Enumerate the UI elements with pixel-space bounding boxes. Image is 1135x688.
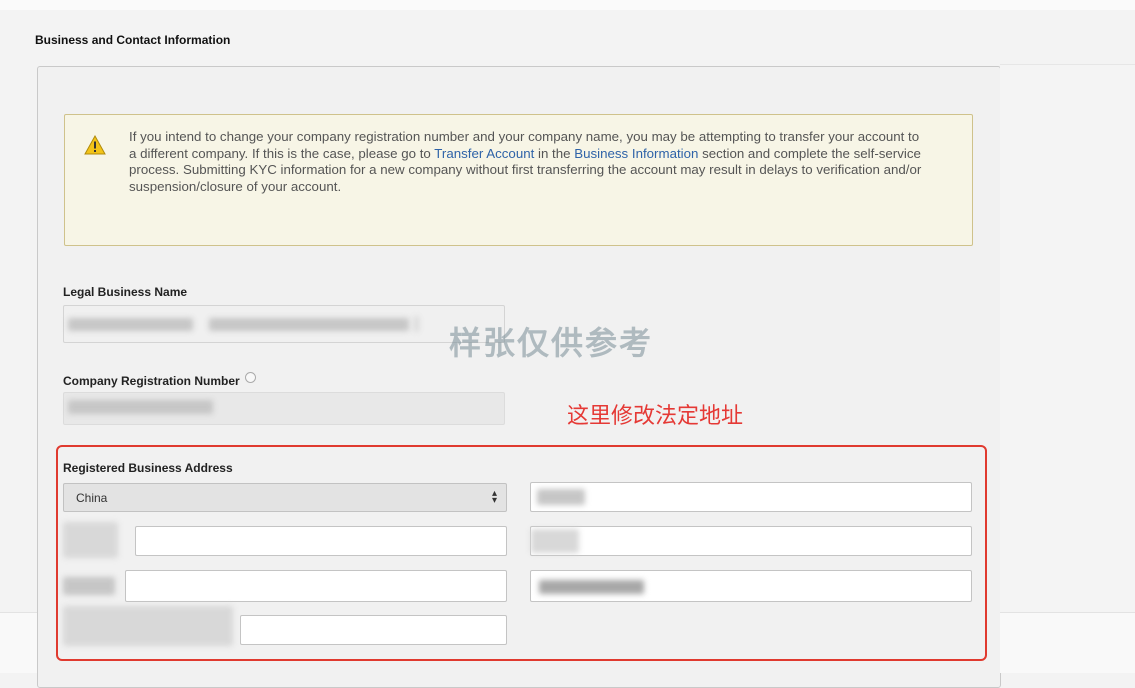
redacted-value bbox=[68, 400, 213, 414]
warning-notice: If you intend to change your company reg… bbox=[64, 114, 973, 246]
annotation-label: 这里修改法定地址 bbox=[567, 404, 744, 429]
country-select-value: China bbox=[76, 491, 108, 505]
select-arrows-icon: ▴ ▾ bbox=[491, 488, 497, 506]
address-line-input[interactable] bbox=[135, 526, 507, 556]
top-strip bbox=[0, 0, 1135, 10]
country-select[interactable]: China ▴ ▾ bbox=[63, 483, 507, 512]
address-city-input[interactable] bbox=[125, 570, 507, 602]
address-province-input[interactable] bbox=[530, 570, 972, 602]
registered-business-address-label: Registered Business Address bbox=[63, 461, 233, 475]
redacted-label bbox=[63, 606, 233, 646]
transfer-account-link[interactable]: Transfer Account bbox=[434, 146, 534, 161]
redacted-value bbox=[531, 529, 579, 553]
legal-business-name-label: Legal Business Name bbox=[63, 285, 188, 299]
bottom-band-left bbox=[0, 612, 37, 673]
business-information-link[interactable]: Business Information bbox=[574, 146, 698, 161]
legal-business-name-input[interactable] bbox=[63, 305, 505, 343]
watermark: 样张仅供参考 bbox=[449, 324, 654, 362]
redacted-label bbox=[63, 577, 115, 595]
address-postal-input[interactable] bbox=[240, 615, 507, 645]
warning-text: If you intend to change your company reg… bbox=[129, 129, 929, 195]
address-district-input[interactable] bbox=[530, 526, 972, 556]
company-registration-number-label-text: Company Registration Number bbox=[63, 374, 240, 388]
right-panel bbox=[1000, 64, 1135, 613]
help-circle-icon[interactable] bbox=[244, 372, 256, 383]
redacted-label bbox=[63, 522, 118, 558]
redacted-value bbox=[539, 580, 644, 594]
redacted-value bbox=[537, 489, 585, 505]
company-registration-number-input[interactable] bbox=[63, 392, 505, 425]
section-title: Business and Contact Information bbox=[35, 33, 231, 47]
warning-triangle-icon bbox=[84, 135, 106, 155]
address-line2-input[interactable] bbox=[530, 482, 972, 512]
redacted-value bbox=[209, 318, 409, 331]
bottom-band bbox=[1000, 612, 1135, 673]
warning-text-middle: in the bbox=[534, 145, 575, 161]
redacted-value bbox=[68, 318, 193, 331]
company-registration-number-label: Company Registration Number bbox=[63, 372, 256, 388]
redacted-value bbox=[414, 316, 419, 332]
